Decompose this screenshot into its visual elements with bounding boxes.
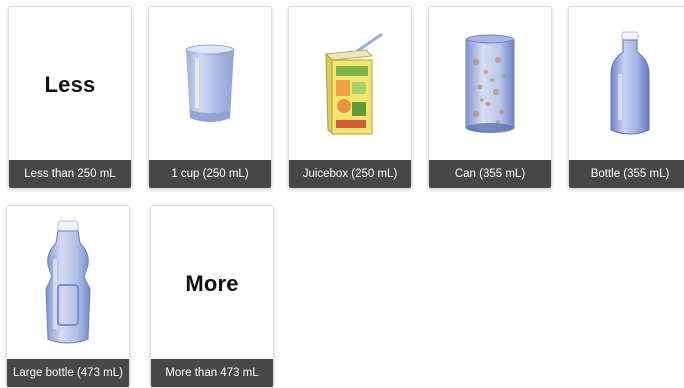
option-more-card[interactable]: More More than 473 mL [150,205,274,388]
large-bottle-art [7,206,129,361]
option-juicebox-card[interactable]: Juicebox (250 mL) [288,6,412,189]
option-more-label: More than 473 mL [151,359,273,387]
option-less-card[interactable]: Less Less than 250 mL [8,6,132,189]
option-bottle-label: Bottle (355 mL) [569,160,684,188]
option-bottle-card[interactable]: Bottle (355 mL) [568,6,684,189]
option-less-label: Less than 250 mL [9,160,131,188]
more-art: More [151,206,273,361]
more-heading: More [185,270,239,296]
option-cup-label: 1 cup (250 mL) [149,160,271,188]
less-heading: Less [44,71,96,97]
option-can-label: Can (355 mL) [429,160,551,188]
glass-cup-icon [185,44,235,122]
can-icon [465,34,515,133]
large-bottle-icon [45,220,91,343]
option-cup-card[interactable]: 1 cup (250 mL) [148,6,272,189]
option-large-bottle-card[interactable]: Large bottle (473 mL) [6,205,130,388]
bottle-art [569,7,684,162]
bottle-icon [610,31,650,134]
can-art [429,7,551,162]
option-juicebox-label: Juicebox (250 mL) [289,160,411,188]
juicebox-art [289,7,411,162]
less-art: Less [9,7,131,162]
option-can-card[interactable]: Can (355 mL) [428,6,552,189]
option-large-bottle-label: Large bottle (473 mL) [7,359,129,387]
cup-art [149,7,271,162]
juicebox-icon [324,32,383,135]
